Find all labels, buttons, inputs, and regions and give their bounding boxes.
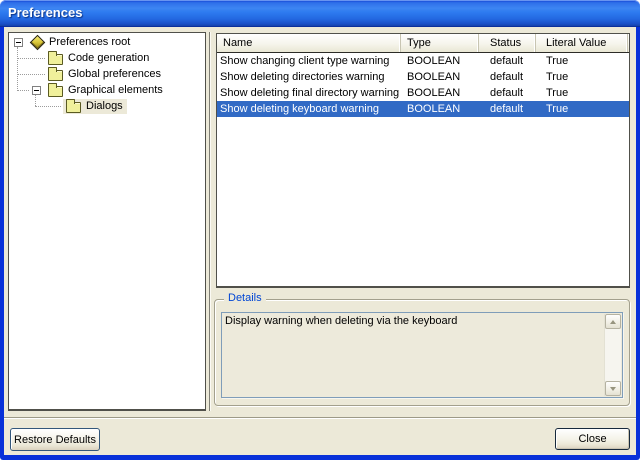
cell-name: Show deleting directories warning bbox=[217, 71, 401, 83]
button-area-divider bbox=[4, 417, 636, 419]
table-row[interactable]: Show deleting final directory warning BO… bbox=[217, 85, 629, 101]
preferences-tree: Preferences root Code generation Global … bbox=[8, 32, 206, 411]
arrow-down-icon bbox=[610, 387, 616, 391]
details-textarea[interactable]: Display warning when deleting via the ke… bbox=[221, 312, 623, 398]
collapse-minus-icon[interactable] bbox=[32, 86, 41, 95]
window-title: Preferences bbox=[8, 5, 82, 20]
scroll-down-button[interactable] bbox=[605, 381, 621, 396]
cell-type: BOOLEAN bbox=[401, 87, 479, 99]
tree-item-global-preferences[interactable]: Global preferences bbox=[10, 66, 204, 82]
table-row[interactable]: Show changing client type warning BOOLEA… bbox=[217, 53, 629, 69]
preferences-root-icon bbox=[29, 35, 45, 50]
cell-status: default bbox=[479, 71, 536, 83]
tree-item-label: Preferences root bbox=[49, 36, 130, 48]
cell-literal-value: True bbox=[536, 71, 629, 83]
column-header-filler bbox=[628, 34, 630, 52]
title-bar[interactable]: Preferences bbox=[0, 0, 640, 27]
cell-name: Show deleting final directory warning bbox=[217, 87, 401, 99]
folder-icon bbox=[48, 54, 63, 65]
panel-splitter[interactable] bbox=[209, 32, 210, 411]
scroll-up-button[interactable] bbox=[605, 314, 621, 329]
tree-item-label: Graphical elements bbox=[68, 84, 163, 96]
arrow-up-icon bbox=[610, 320, 616, 324]
cell-literal-value: True bbox=[536, 55, 629, 67]
tree-item-graphical-elements[interactable]: Graphical elements bbox=[10, 82, 204, 98]
dialog-content: Preferences root Code generation Global … bbox=[4, 27, 636, 455]
column-header-type[interactable]: Type bbox=[401, 34, 479, 52]
folder-icon bbox=[66, 102, 81, 113]
preferences-dialog: Preferences Preferences root Code genera… bbox=[0, 0, 640, 460]
cell-type: BOOLEAN bbox=[401, 71, 479, 83]
cell-name: Show deleting keyboard warning bbox=[217, 103, 401, 115]
cell-status: default bbox=[479, 87, 536, 99]
folder-icon bbox=[48, 70, 63, 81]
cell-literal-value: True bbox=[536, 87, 629, 99]
restore-defaults-button[interactable]: Restore Defaults bbox=[10, 428, 100, 451]
cell-status: default bbox=[479, 103, 536, 115]
column-header-literal-value[interactable]: Literal Value bbox=[536, 34, 628, 52]
tree-item-label: Dialogs bbox=[86, 100, 123, 112]
collapse-minus-icon[interactable] bbox=[14, 38, 23, 47]
table-row-selected[interactable]: Show deleting keyboard warning BOOLEAN d… bbox=[217, 101, 629, 117]
details-groupbox: Details Display warning when deleting vi… bbox=[214, 299, 630, 406]
tree-item-dialogs[interactable]: Dialogs bbox=[10, 98, 204, 114]
details-scrollbar[interactable] bbox=[604, 314, 621, 396]
properties-table: Name Type Status Literal Value Show chan… bbox=[216, 33, 630, 288]
table-row[interactable]: Show deleting directories warning BOOLEA… bbox=[217, 69, 629, 85]
cell-status: default bbox=[479, 55, 536, 67]
tree-item-code-generation[interactable]: Code generation bbox=[10, 50, 204, 66]
tree-item-preferences-root[interactable]: Preferences root bbox=[10, 34, 204, 50]
cell-literal-value: True bbox=[536, 103, 629, 115]
folder-icon bbox=[48, 86, 63, 97]
tree-item-label: Code generation bbox=[68, 52, 149, 64]
details-groupbox-label: Details bbox=[224, 292, 266, 304]
cell-type: BOOLEAN bbox=[401, 55, 479, 67]
tree-selection-highlight[interactable]: Dialogs bbox=[63, 99, 127, 114]
column-header-name[interactable]: Name bbox=[217, 34, 401, 52]
column-header-status[interactable]: Status bbox=[479, 34, 536, 52]
cell-name: Show changing client type warning bbox=[217, 55, 401, 67]
tree-item-label: Global preferences bbox=[68, 68, 161, 80]
table-header: Name Type Status Literal Value bbox=[217, 34, 629, 53]
close-button[interactable]: Close bbox=[555, 428, 630, 450]
cell-type: BOOLEAN bbox=[401, 103, 479, 115]
details-text: Display warning when deleting via the ke… bbox=[225, 315, 600, 327]
